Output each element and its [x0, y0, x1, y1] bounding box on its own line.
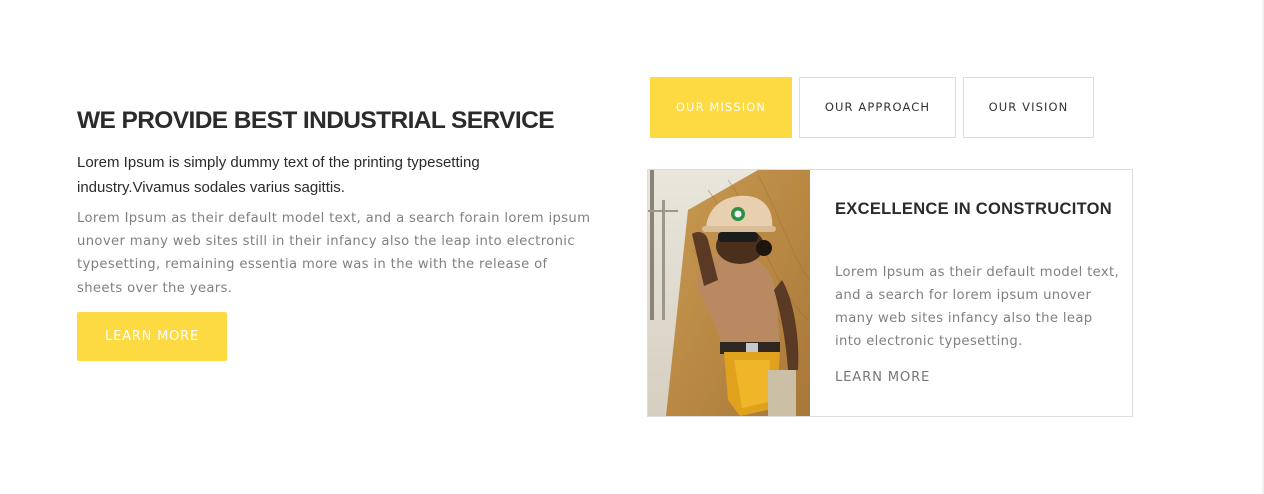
card-title: EXCELLENCE IN CONSTRUCITON	[835, 200, 1113, 218]
body-paragraph: Lorem Ipsum as their default model text,…	[77, 211, 591, 296]
construction-worker-photo	[648, 170, 810, 416]
intro-section: WE PROVIDE BEST INDUSTRIAL SERVICE Lorem…	[77, 106, 597, 300]
lead-paragraph: Lorem Ipsum is simply dummy text of the …	[77, 154, 480, 196]
tab-our-mission[interactable]: OUR MISSION	[650, 77, 792, 138]
learn-more-button[interactable]: LEARN MORE	[77, 312, 227, 361]
card-text: Lorem Ipsum as their default model text,…	[835, 265, 1120, 349]
mission-card: EXCELLENCE IN CONSTRUCITON Lorem Ipsum a…	[647, 169, 1133, 417]
tab-our-approach[interactable]: OUR APPROACH	[799, 77, 956, 138]
card-learn-more-link[interactable]: LEARN MORE	[835, 370, 930, 385]
section-heading: WE PROVIDE BEST INDUSTRIAL SERVICE	[77, 107, 555, 134]
tab-our-vision[interactable]: OUR VISION	[963, 77, 1094, 138]
